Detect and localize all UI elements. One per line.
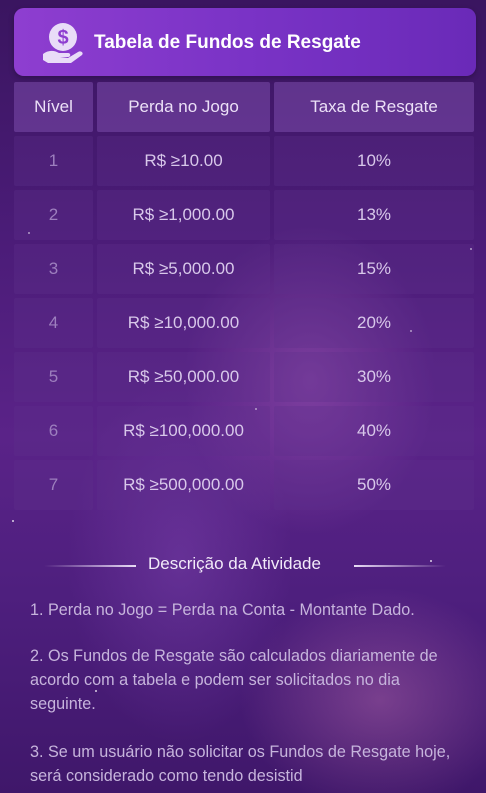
redemption-rate-cell: 15% xyxy=(274,244,474,294)
page-title: Tabela de Fundos de Resgate xyxy=(94,32,361,53)
table-header-row: Nível Perda no Jogo Taxa de Resgate xyxy=(14,80,474,134)
svg-text:$: $ xyxy=(57,27,68,49)
level-cell: 1 xyxy=(14,136,93,186)
table-row: 5 R$ ≥50,000.00 30% xyxy=(14,350,474,404)
level-cell: 4 xyxy=(14,298,93,348)
description-title: Descrição da Atividade xyxy=(148,554,321,573)
level-cell: 6 xyxy=(14,406,93,456)
game-loss-cell: R$ ≥5,000.00 xyxy=(97,244,270,294)
redemption-rate-cell: 10% xyxy=(274,136,474,186)
table-row: 7 R$ ≥500,000.00 50% xyxy=(14,458,474,512)
redemption-rate-cell: 20% xyxy=(274,298,474,348)
description-item: 1. Perda no Jogo = Perda na Conta - Mont… xyxy=(30,601,415,619)
redemption-rate-cell: 40% xyxy=(274,406,474,456)
column-header-level: Nível xyxy=(14,82,93,132)
table-row: 3 R$ ≥5,000.00 15% xyxy=(14,242,474,296)
page-header: $ Tabela de Fundos de Resgate xyxy=(14,8,476,76)
redemption-rate-cell: 13% xyxy=(274,190,474,240)
heading-divider-right xyxy=(354,565,446,567)
level-cell: 7 xyxy=(14,460,93,510)
table-row: 2 R$ ≥1,000.00 13% xyxy=(14,188,474,242)
description-item: 3. Se um usuário não solicitar os Fundos… xyxy=(30,743,451,785)
game-loss-cell: R$ ≥1,000.00 xyxy=(97,190,270,240)
column-header-redemption-rate: Taxa de Resgate xyxy=(274,82,474,132)
money-hand-icon: $ xyxy=(43,23,83,63)
level-cell: 2 xyxy=(14,190,93,240)
description-item: 2. Os Fundos de Resgate são calculados d… xyxy=(30,647,438,713)
level-cell: 5 xyxy=(14,352,93,402)
heading-divider-left xyxy=(44,565,136,567)
star-decoration xyxy=(12,520,14,522)
game-loss-cell: R$ ≥10,000.00 xyxy=(97,298,270,348)
redemption-table: Nível Perda no Jogo Taxa de Resgate 1 R$… xyxy=(14,80,474,512)
game-loss-cell: R$ ≥100,000.00 xyxy=(97,406,270,456)
redemption-rate-cell: 50% xyxy=(274,460,474,510)
table-row: 4 R$ ≥10,000.00 20% xyxy=(14,296,474,350)
table-row: 1 R$ ≥10.00 10% xyxy=(14,134,474,188)
game-loss-cell: R$ ≥500,000.00 xyxy=(97,460,270,510)
game-loss-cell: R$ ≥50,000.00 xyxy=(97,352,270,402)
table-row: 6 R$ ≥100,000.00 40% xyxy=(14,404,474,458)
redemption-rate-cell: 30% xyxy=(274,352,474,402)
game-loss-cell: R$ ≥10.00 xyxy=(97,136,270,186)
column-header-game-loss: Perda no Jogo xyxy=(97,82,270,132)
level-cell: 3 xyxy=(14,244,93,294)
description-heading: Descrição da Atividade xyxy=(44,554,454,578)
